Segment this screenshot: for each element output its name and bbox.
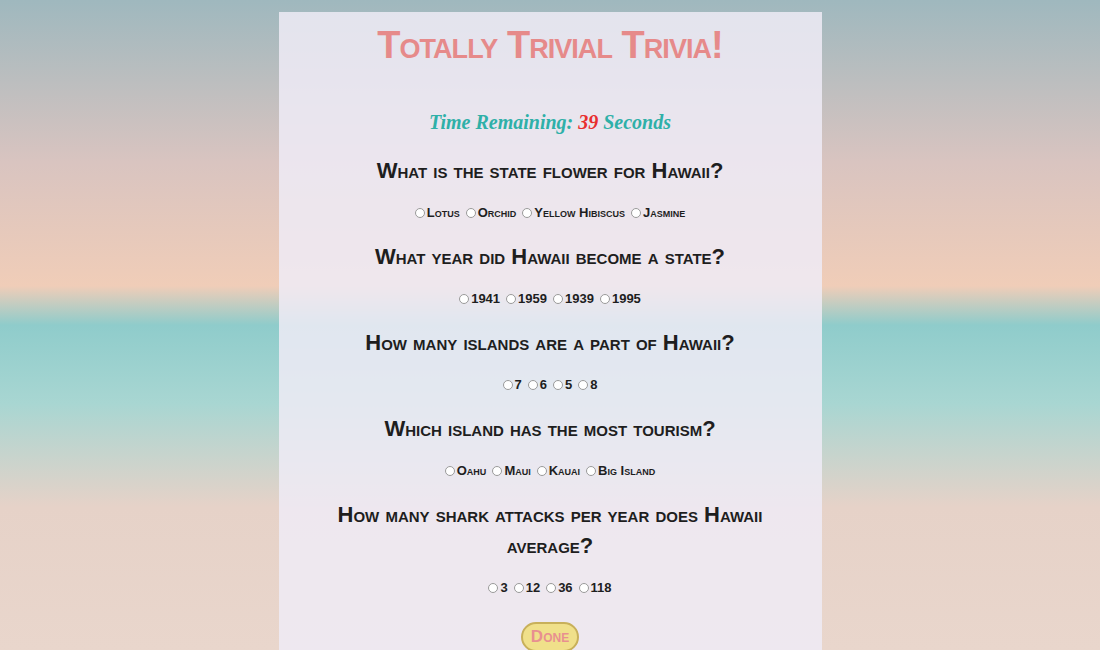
option-label: Orchid: [478, 204, 517, 222]
radio-button[interactable]: [492, 466, 502, 476]
answer-option[interactable]: Kauai: [537, 462, 580, 480]
page: Totally Trivial Trivia! Time Remaining: 3…: [0, 0, 1100, 650]
option-label: Yellow Hibiscus: [534, 204, 625, 222]
option-label: Maui: [504, 462, 530, 480]
option-row: 7658: [503, 376, 598, 394]
radio-button[interactable]: [503, 380, 513, 390]
answer-option[interactable]: 6: [528, 376, 547, 394]
option-label: 1941: [471, 290, 500, 308]
option-label: 3: [500, 579, 507, 597]
radio-button[interactable]: [466, 208, 476, 218]
answer-option[interactable]: Orchid: [466, 204, 517, 222]
radio-button[interactable]: [578, 380, 588, 390]
answer-option[interactable]: 1995: [600, 290, 641, 308]
answer-option[interactable]: 36: [546, 579, 572, 597]
radio-button[interactable]: [631, 208, 641, 218]
option-label: 118: [591, 579, 612, 597]
answer-option[interactable]: Maui: [492, 462, 530, 480]
option-label: Lotus: [427, 204, 460, 222]
timer-value: 39: [578, 111, 598, 133]
answer-option[interactable]: 8: [578, 376, 597, 394]
question: How many islands are a part of Hawaii? 76…: [295, 327, 806, 394]
question-text: What is the state flower for Hawaii?: [377, 155, 724, 186]
question: What year did Hawaii become a state? 1941…: [295, 241, 806, 308]
option-label: 8: [590, 376, 597, 394]
done-button[interactable]: Done: [521, 622, 579, 650]
timer: Time Remaining: 39 Seconds: [429, 110, 671, 134]
option-label: 7: [515, 376, 522, 394]
option-label: Big Island: [598, 462, 655, 480]
answer-option[interactable]: Lotus: [415, 204, 460, 222]
option-label: 36: [558, 579, 572, 597]
option-label: Kauai: [549, 462, 580, 480]
timer-unit: Seconds: [603, 111, 671, 133]
radio-button[interactable]: [514, 583, 524, 593]
answer-option[interactable]: Yellow Hibiscus: [522, 204, 625, 222]
answer-option[interactable]: Oahu: [445, 462, 487, 480]
answer-option[interactable]: 3: [488, 579, 507, 597]
answer-option[interactable]: 118: [579, 579, 612, 597]
option-label: 1995: [612, 290, 641, 308]
radio-button[interactable]: [546, 583, 556, 593]
radio-button[interactable]: [537, 466, 547, 476]
answer-option[interactable]: 12: [514, 579, 540, 597]
answer-option[interactable]: 5: [553, 376, 572, 394]
question-text: Which island has the most tourism?: [384, 413, 715, 444]
radio-button[interactable]: [528, 380, 538, 390]
timer-label: Time Remaining:: [429, 111, 573, 133]
radio-button[interactable]: [600, 294, 610, 304]
option-label: 6: [540, 376, 547, 394]
answer-option[interactable]: Big Island: [586, 462, 655, 480]
option-row: 3 12 36 118: [488, 579, 611, 597]
radio-button[interactable]: [445, 466, 455, 476]
option-label: Oahu: [457, 462, 487, 480]
quiz-title: Totally Trivial Trivia!: [377, 23, 723, 67]
answer-option[interactable]: 1941: [459, 290, 500, 308]
option-row: Lotus Orchid Yellow Hibiscus Jasmine: [415, 204, 685, 222]
option-row: 1941 1959 1939 1995: [459, 290, 641, 308]
question: Which island has the most tourism? Oahu Ma…: [295, 413, 806, 480]
question: What is the state flower for Hawaii? Lotu…: [295, 155, 806, 222]
option-label: 5: [565, 376, 572, 394]
question-text: How many islands are a part of Hawaii?: [365, 327, 734, 358]
option-row: Oahu Maui Kauai Big Island: [445, 462, 655, 480]
radio-button[interactable]: [459, 294, 469, 304]
radio-button[interactable]: [579, 583, 589, 593]
question-text: What year did Hawaii become a state?: [375, 241, 725, 272]
answer-option[interactable]: Jasmine: [631, 204, 685, 222]
option-label: 12: [526, 579, 540, 597]
radio-button[interactable]: [553, 294, 563, 304]
question: How many shark attacks per year does Haw…: [295, 499, 806, 597]
radio-button[interactable]: [488, 583, 498, 593]
quiz-panel: Totally Trivial Trivia! Time Remaining: 3…: [279, 12, 822, 650]
answer-option[interactable]: 7: [503, 376, 522, 394]
answer-option[interactable]: 1939: [553, 290, 594, 308]
radio-button[interactable]: [506, 294, 516, 304]
question-list: What is the state flower for Hawaii? Lotu…: [295, 155, 806, 616]
option-label: 1939: [565, 290, 594, 308]
radio-button[interactable]: [522, 208, 532, 218]
option-label: Jasmine: [643, 204, 685, 222]
radio-button[interactable]: [586, 466, 596, 476]
question-text: How many shark attacks per year does Haw…: [305, 499, 795, 561]
radio-button[interactable]: [553, 380, 563, 390]
radio-button[interactable]: [415, 208, 425, 218]
option-label: 1959: [518, 290, 547, 308]
answer-option[interactable]: 1959: [506, 290, 547, 308]
